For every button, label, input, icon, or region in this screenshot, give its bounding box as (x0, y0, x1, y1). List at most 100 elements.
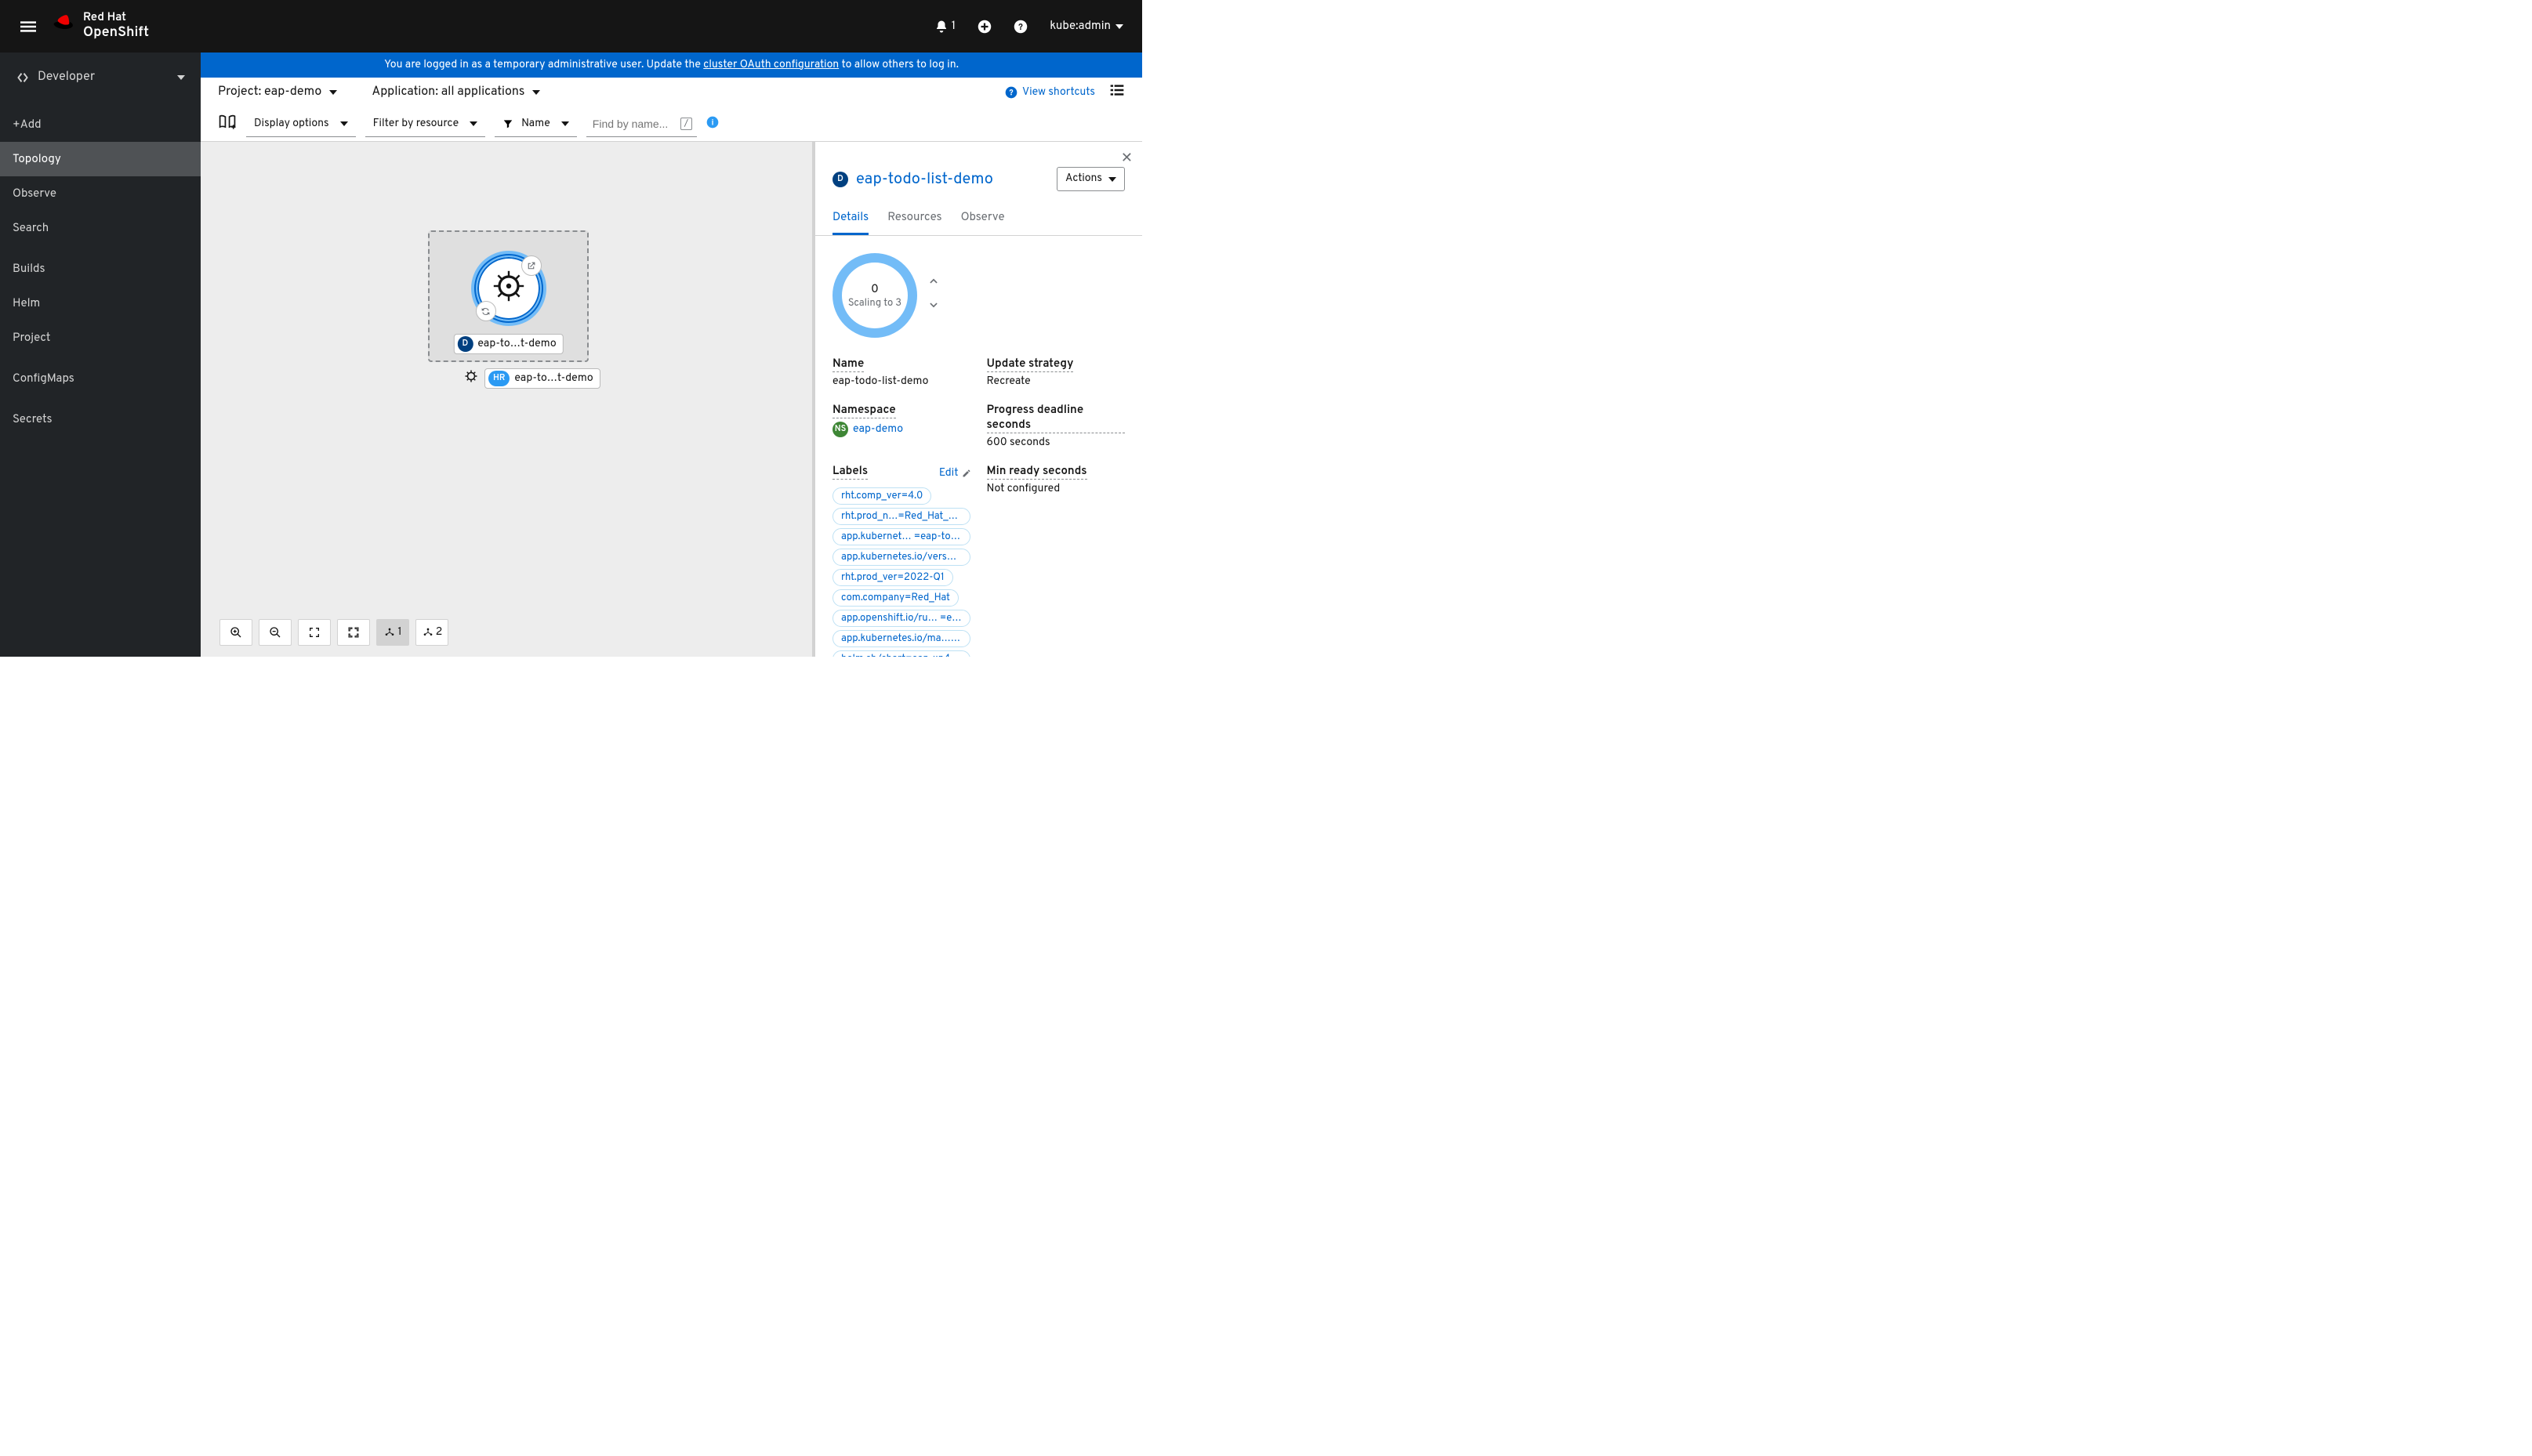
list-icon (1109, 82, 1125, 98)
perspective-label: Developer (38, 70, 177, 85)
nav-item-builds[interactable]: Builds (0, 252, 201, 286)
progress-deadline-value: 600 seconds (987, 436, 1126, 450)
deployment-badge: D (457, 336, 473, 352)
topology-layout-icon (422, 626, 434, 639)
pod-status: Scaling to 3 (848, 297, 901, 310)
add-button[interactable] (978, 20, 992, 34)
deployment-node[interactable]: HELM (471, 251, 546, 326)
plus-circle-icon (978, 20, 992, 34)
nav-toggle[interactable] (13, 11, 44, 42)
zoom-controls: 1 2 (219, 619, 448, 646)
search-input[interactable] (586, 112, 680, 136)
user-menu[interactable]: kube:admin (1050, 19, 1123, 34)
edit-labels-button[interactable]: Edit (939, 467, 971, 480)
layout-2-button[interactable]: 2 (415, 619, 448, 646)
main-content: You are logged in as a temporary adminis… (201, 53, 1142, 657)
label-chip[interactable]: rht.prod_n…=Red_Hat_Run… (833, 508, 970, 525)
topology-canvas[interactable]: HELM D e (201, 142, 812, 657)
open-url-decorator[interactable] (521, 255, 542, 276)
question-circle-icon: ? (1014, 20, 1028, 34)
actions-dropdown[interactable]: Actions (1057, 167, 1125, 191)
brand[interactable]: Red Hat OpenShift (53, 12, 149, 40)
banner-prefix: You are logged in as a temporary adminis… (384, 59, 703, 72)
min-ready-label: Min ready seconds (987, 464, 1087, 480)
layout-1-button[interactable]: 1 (376, 619, 409, 646)
label-chip[interactable]: app.openshift.io/ru… =eap-… (833, 610, 970, 627)
fit-to-screen-button[interactable] (298, 619, 331, 646)
helm-release-label[interactable]: HR eap-to…t-demo (464, 368, 600, 389)
zoom-out-button[interactable] (259, 619, 292, 646)
display-options-dropdown[interactable]: Display options (246, 112, 356, 137)
banner-link[interactable]: cluster OAuth configuration (703, 59, 839, 72)
perspective-switcher[interactable]: Developer (0, 53, 201, 103)
search-field[interactable]: / (586, 112, 697, 137)
zoom-in-button[interactable] (219, 619, 252, 646)
update-strategy-value: Recreate (987, 375, 1126, 389)
tab-observe[interactable]: Observe (961, 204, 1005, 235)
info-circle-icon: i (706, 116, 719, 129)
context-bar: Project: eap-demo Application: all appli… (201, 78, 1142, 107)
scale-up-button[interactable] (928, 275, 939, 291)
name-value: eap-todo-list-demo (833, 375, 971, 389)
caret-down-icon (470, 121, 477, 126)
namespace-link[interactable]: eap-demo (853, 423, 903, 436)
caret-down-icon (1115, 24, 1123, 29)
info-button[interactable]: i (706, 116, 719, 133)
update-strategy-label: Update strategy (987, 357, 1074, 372)
tab-details[interactable]: Details (833, 204, 869, 235)
deployment-badge: D (833, 172, 848, 187)
zoom-out-icon (269, 626, 281, 639)
label-chip[interactable]: app.kubernet… =eap-todo… (833, 528, 970, 545)
node-label[interactable]: D eap-to…t-demo (453, 334, 563, 354)
masthead: Red Hat OpenShift 1 ? kube:admin (0, 0, 1142, 53)
helm-icon: HELM (490, 267, 528, 310)
svg-text:?: ? (1018, 22, 1023, 33)
pencil-icon (962, 469, 971, 478)
sidebar: Developer +AddTopologyObserveSearch Build… (0, 53, 201, 657)
application-dropdown[interactable]: Application: all applications (372, 85, 540, 100)
resource-title[interactable]: eap-todo-list-demo (856, 169, 993, 190)
label-chip[interactable]: helm.sh/chart=eap-xp4-1.0.0 (833, 650, 970, 657)
label-chip[interactable]: rht.comp_ver=4.0 (833, 487, 931, 505)
name-label: Name (833, 357, 864, 372)
zoom-in-icon (230, 626, 242, 639)
scale-down-button[interactable] (928, 300, 939, 316)
redhat-logo-icon (53, 15, 75, 37)
project-dropdown[interactable]: Project: eap-demo (218, 85, 337, 100)
nav-item-observe[interactable]: Observe (0, 176, 201, 211)
nav-item-secrets[interactable]: Secrets (0, 402, 201, 436)
sync-icon (481, 306, 491, 317)
topology-layout-icon (383, 626, 396, 639)
label-chip[interactable]: rht.prod_ver=2022-Q1 (833, 569, 953, 586)
caret-down-icon (177, 75, 185, 80)
reset-view-button[interactable] (337, 619, 370, 646)
hamburger-icon (20, 19, 36, 34)
build-status-decorator[interactable] (476, 301, 496, 321)
view-shortcuts-link[interactable]: ? View shortcuts (1005, 86, 1095, 100)
brand-text: Red Hat OpenShift (83, 12, 149, 40)
helm-release-badge: HR (488, 371, 510, 386)
pod-count: 0 (871, 282, 879, 297)
label-chip[interactable]: app.kubernetes.io/vers… =4… (833, 549, 970, 566)
oauth-banner: You are logged in as a temporary adminis… (201, 53, 1142, 78)
nav-item-topology[interactable]: Topology (0, 142, 201, 176)
nav-item-project[interactable]: Project (0, 321, 201, 355)
application-group[interactable]: HELM D e (428, 230, 589, 362)
notifications-button[interactable]: 1 (934, 19, 956, 34)
nav-item-search[interactable]: Search (0, 211, 201, 245)
label-chip[interactable]: app.kubernetes.io/ma… =H… (833, 630, 970, 647)
filter-resource-dropdown[interactable]: Filter by resource (365, 112, 486, 137)
brand-line2: OpenShift (83, 25, 149, 41)
nav-item--add[interactable]: +Add (0, 107, 201, 142)
layout-button[interactable] (218, 114, 237, 136)
name-filter-dropdown[interactable]: Name (495, 112, 577, 137)
list-view-button[interactable] (1109, 82, 1125, 103)
pod-donut[interactable]: 0 Scaling to 3 (833, 253, 917, 338)
help-button[interactable]: ? (1014, 20, 1028, 34)
filter-icon (502, 118, 513, 129)
tab-resources[interactable]: Resources (887, 204, 941, 235)
nav-item-helm[interactable]: Helm (0, 286, 201, 321)
nav-item-configmaps[interactable]: ConfigMaps (0, 361, 201, 396)
label-chip[interactable]: com.company=Red_Hat (833, 589, 959, 607)
close-panel-button[interactable]: ✕ (1121, 150, 1133, 168)
